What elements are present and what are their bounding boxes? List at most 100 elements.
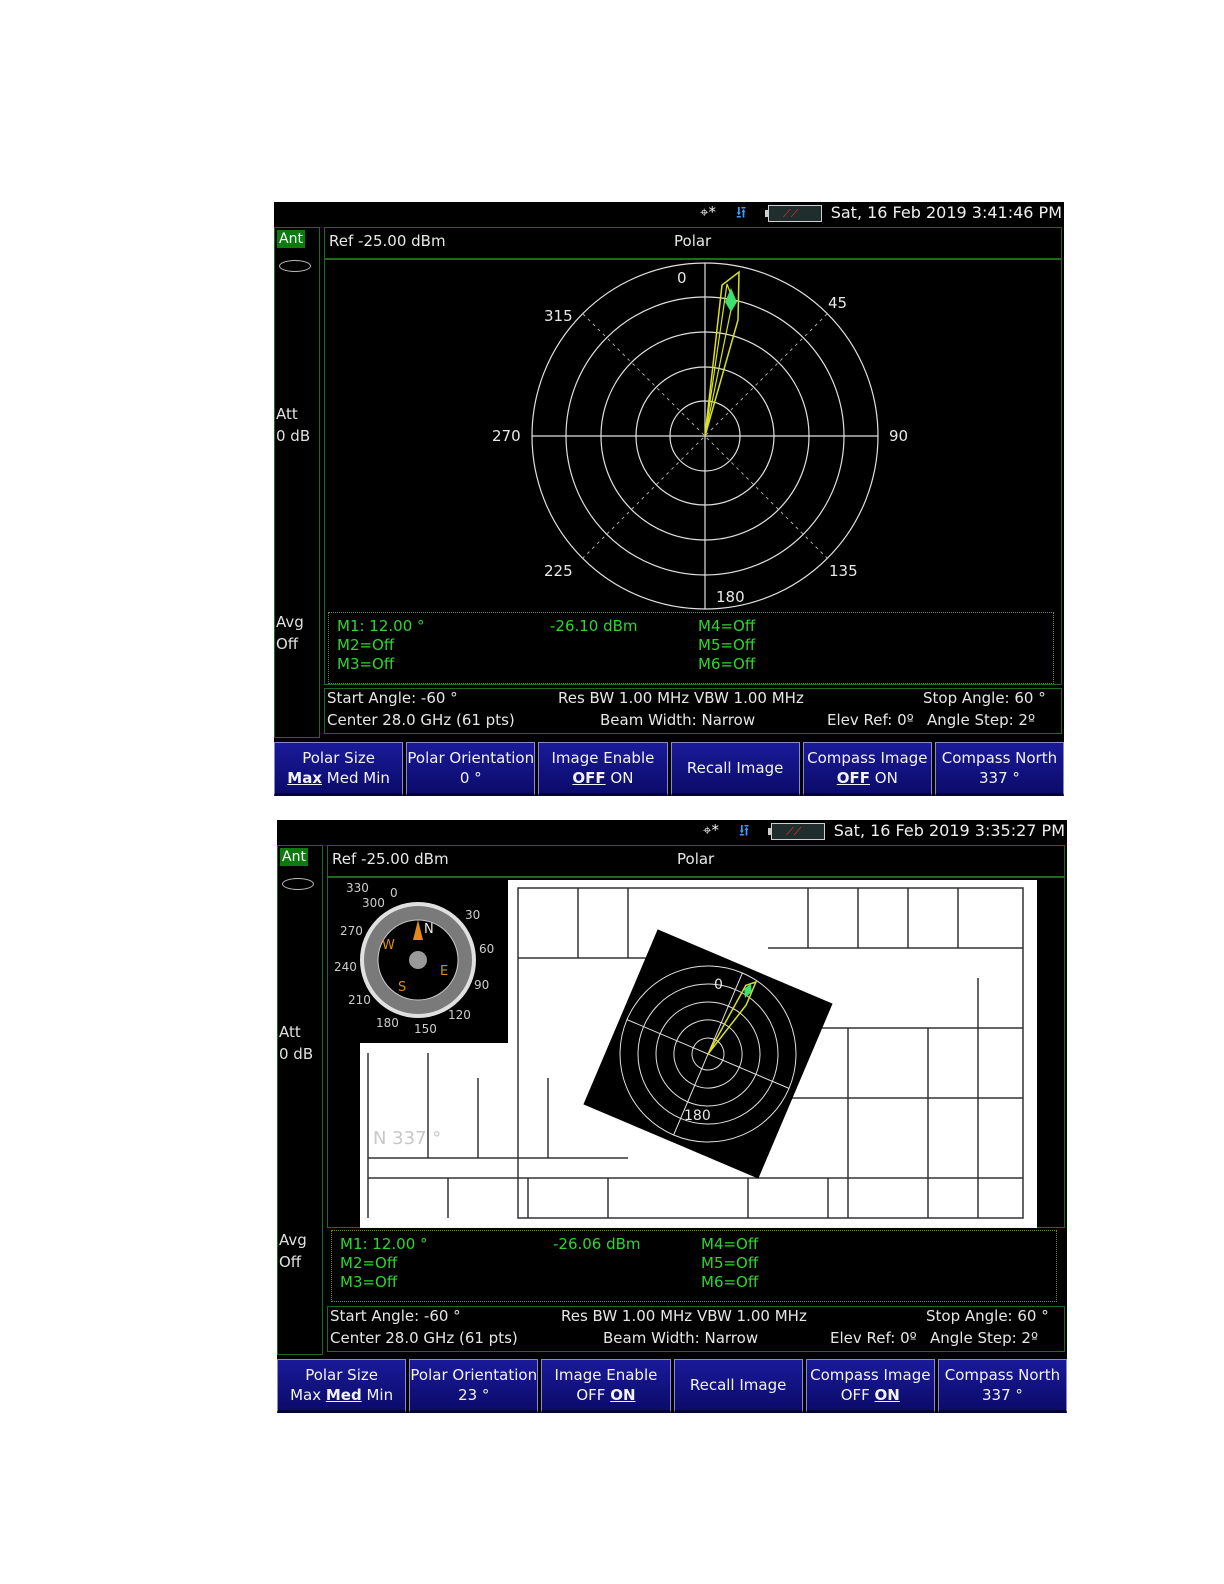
image-enable-off: OFF <box>576 1386 606 1404</box>
polar-size-max: Max <box>287 769 322 787</box>
polar-size-button[interactable]: Polar Size Max Med Min <box>277 1359 407 1413</box>
compass-image-title: Compass Image <box>810 1366 931 1384</box>
compass-label-S: S <box>398 980 407 995</box>
marker-m1-angle: M1: 12.00 ° <box>337 617 425 635</box>
ant-tab[interactable]: Ant <box>280 848 308 866</box>
datetime: Sat, 16 Feb 2019 3:35:27 PM <box>833 821 1065 840</box>
avg-label: Avg <box>279 1231 307 1249</box>
polar-orientation-title: Polar Orientation <box>410 1366 538 1384</box>
marker-m3: M3=Off <box>337 655 395 673</box>
recall-image-title: Recall Image <box>686 759 784 777</box>
angle-label-315: 315 <box>544 307 573 325</box>
compass-north-button[interactable]: Compass North 337 ° <box>937 1359 1068 1413</box>
status-bar: ⌖* ⭿ ⟋⟋ Sat, 16 Feb 2019 3:35:27 PM <box>277 820 1067 842</box>
angle-label-90: 90 <box>889 427 909 445</box>
angle-label-0: 0 <box>677 269 687 287</box>
recall-image-button[interactable]: Recall Image <box>670 742 800 796</box>
antenna-icon <box>279 260 311 272</box>
polar-size-min: Min <box>363 769 390 787</box>
polar-orientation-button[interactable]: Polar Orientation 23 ° <box>409 1359 539 1413</box>
marker-m5: M5=Off <box>698 636 756 654</box>
compass-label-30: 30 <box>465 908 481 922</box>
marker-m6: M6=Off <box>701 1273 759 1291</box>
compass-north-title: Compass North <box>941 749 1058 767</box>
stop-angle: Stop Angle: 60 ° <box>923 689 1046 707</box>
marker-m2: M2=Off <box>340 1254 398 1272</box>
polar-size-button[interactable]: Polar Size Max Med Min <box>274 742 404 796</box>
gps-icon: ⌖* <box>700 203 716 221</box>
polar-orientation-title: Polar Orientation <box>407 749 535 767</box>
recall-image-button[interactable]: Recall Image <box>673 1359 803 1413</box>
compass-label-N: N <box>424 922 434 937</box>
marker-m1 <box>725 288 737 312</box>
analyzer-screen-2: ⌖* ⭿ ⟋⟋ Sat, 16 Feb 2019 3:35:27 PM Ant … <box>277 820 1068 1413</box>
image-enable-button[interactable]: Image Enable OFF ON <box>538 742 668 796</box>
analyzer-screen-1: ⌖* ⭿ ⟋⟋ Sat, 16 Feb 2019 3:41:46 PM Ant … <box>274 202 1065 796</box>
compass-image-button[interactable]: Compass Image OFF ON <box>802 742 932 796</box>
compass-north-button[interactable]: Compass North 337 ° <box>934 742 1065 796</box>
compass-label-W: W <box>382 938 395 953</box>
angle-label-180: 180 <box>684 1108 711 1124</box>
center-freq: Center 28.0 GHz (61 pts) <box>330 1329 518 1347</box>
polar-size-title: Polar Size <box>302 749 375 767</box>
gps-icon: ⌖* <box>703 821 719 839</box>
image-enable-on: ON <box>610 769 634 787</box>
polar-size-med: Med <box>326 769 359 787</box>
recall-image-title: Recall Image <box>689 1376 787 1394</box>
marker-m5: M5=Off <box>701 1254 759 1272</box>
softkey-bar: Polar Size Max Med Min Polar Orientation… <box>277 1359 1068 1413</box>
ant-tab[interactable]: Ant <box>277 230 305 248</box>
page-title: Polar <box>674 232 712 250</box>
compass-image-button[interactable]: Compass Image OFF ON <box>805 1359 935 1413</box>
compass-label-90: 90 <box>474 978 490 992</box>
compass-label-270: 270 <box>340 924 363 938</box>
image-enable-button[interactable]: Image Enable OFF ON <box>541 1359 671 1413</box>
status-bar: ⌖* ⭿ ⟋⟋ Sat, 16 Feb 2019 3:41:46 PM <box>274 202 1064 224</box>
usb-icon: ⭿ <box>736 203 747 222</box>
marker-m3: M3=Off <box>340 1273 398 1291</box>
marker-m2: M2=Off <box>337 636 395 654</box>
angle-step: Angle Step: 2º <box>927 711 1036 729</box>
image-enable-title: Image Enable <box>551 749 655 767</box>
compass-image-on: ON <box>874 769 898 787</box>
compass-label-300: 300 <box>362 896 385 910</box>
compass-label-180: 180 <box>376 1016 399 1030</box>
beam-width: Beam Width: Narrow <box>603 1329 759 1347</box>
page-title: Polar <box>677 850 715 868</box>
battery-icon: ⟋⟋ <box>768 823 825 840</box>
image-enable-title: Image Enable <box>554 1366 658 1384</box>
marker-m6: M6=Off <box>698 655 756 673</box>
compass-image-off: OFF <box>840 1386 870 1404</box>
polar-size-max: Max <box>290 1386 322 1404</box>
ref-level: Ref -25.00 dBm <box>329 232 446 250</box>
angle-label-270: 270 <box>492 427 521 445</box>
antenna-icon <box>282 878 314 890</box>
start-angle: Start Angle: -60 ° <box>327 689 458 707</box>
ref-level: Ref -25.00 dBm <box>332 850 449 868</box>
polar-orientation-value: 0 ° <box>459 769 482 787</box>
avg-label: Avg <box>276 613 304 631</box>
res-bw: Res BW 1.00 MHz VBW 1.00 MHz <box>558 689 804 707</box>
start-angle: Start Angle: -60 ° <box>330 1307 461 1325</box>
image-enable-on: ON <box>610 1386 636 1404</box>
compass-north-value: 337 ° <box>981 1386 1023 1404</box>
angle-label-45: 45 <box>828 294 848 312</box>
softkey-bar: Polar Size Max Med Min Polar Orientation… <box>274 742 1065 796</box>
marker-m1-value: -26.10 dBm <box>550 617 638 635</box>
image-enable-off: OFF <box>572 769 606 787</box>
measurement-settings: Start Angle: -60 ° Res BW 1.00 MHz VBW 1… <box>327 1306 1065 1352</box>
floorplan-north-label: N 337 ° <box>373 1128 442 1149</box>
polar-orientation-value: 23 ° <box>458 1386 490 1404</box>
compass-label-120: 120 <box>448 1008 471 1022</box>
polar-plot-area: 330 0 30 60 90 120 150 180 210 240 270 3… <box>327 877 1065 1228</box>
compass-label-150: 150 <box>414 1022 437 1036</box>
header-bar: Ref -25.00 dBm Polar <box>324 227 1062 259</box>
elev-ref: Elev Ref: 0º <box>827 711 914 729</box>
compass-image-off: OFF <box>836 769 870 787</box>
center-freq: Center 28.0 GHz (61 pts) <box>327 711 515 729</box>
polar-size-title: Polar Size <box>305 1366 378 1384</box>
polar-orientation-button[interactable]: Polar Orientation 0 ° <box>406 742 536 796</box>
compass-label-60: 60 <box>479 942 495 956</box>
angle-label-135: 135 <box>829 562 858 580</box>
marker-m1-value: -26.06 dBm <box>553 1235 641 1253</box>
